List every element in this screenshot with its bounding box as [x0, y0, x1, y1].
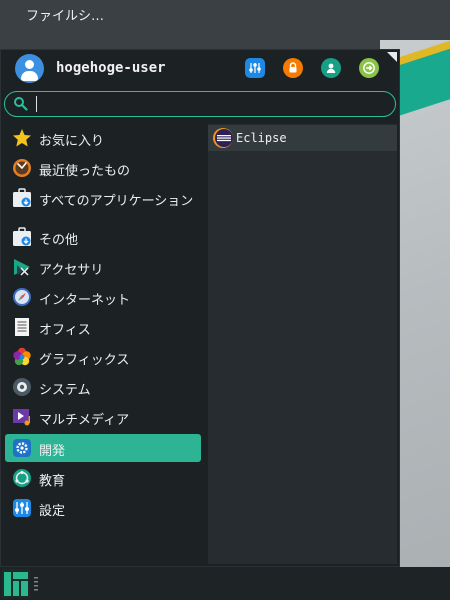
category-label: アクセサリ — [39, 263, 104, 278]
desktop-icon-filesystem-label[interactable]: ファイルシ… — [26, 5, 104, 24]
application-list: Eclipse — [208, 124, 397, 564]
category-favorites[interactable]: お気に入り — [5, 124, 201, 152]
office-icon — [15, 318, 29, 336]
education-icon — [13, 469, 31, 487]
category-label: マルチメディア — [39, 413, 130, 428]
manjaro-menu-icon[interactable] — [2, 569, 30, 598]
internet-icon — [13, 288, 31, 306]
lock-icon — [289, 62, 297, 73]
star-icon — [13, 129, 31, 147]
search-input[interactable] — [33, 94, 387, 114]
user-icon — [326, 63, 336, 73]
panel-handle-icon[interactable] — [34, 577, 38, 591]
category-label: インターネット — [39, 293, 131, 308]
accessories-icon — [14, 259, 30, 276]
development-icon — [13, 439, 31, 457]
graphics-icon — [13, 347, 31, 366]
category-multimedia[interactable]: マルチメディア — [5, 403, 201, 431]
username: hogehoge-user — [56, 60, 166, 76]
other-icon — [13, 227, 31, 246]
bottom-panel — [0, 567, 450, 600]
category-label: 最近使ったもの — [39, 164, 131, 179]
menu-header: hogehoge-user — [1, 50, 401, 90]
text-cursor — [36, 96, 37, 112]
category-office[interactable]: オフィス — [5, 313, 201, 341]
logout-icon — [363, 62, 375, 74]
settings-icon — [249, 63, 261, 73]
category-label: 設定 — [39, 504, 66, 519]
category-label: 教育 — [39, 474, 66, 489]
multimedia-icon — [13, 409, 30, 426]
category-label: すべてのアプリケーション — [39, 194, 194, 209]
category-internet[interactable]: インターネット — [5, 283, 201, 311]
category-label: グラフィックス — [39, 353, 130, 368]
system-icon — [13, 378, 31, 396]
settings-category-icon — [13, 499, 31, 517]
category-all-applications[interactable]: すべてのアプリケーション — [5, 184, 201, 212]
logout-button[interactable] — [359, 58, 379, 78]
category-graphics[interactable]: グラフィックス — [5, 343, 201, 371]
settings-button[interactable] — [245, 58, 265, 78]
category-label: システム — [39, 383, 91, 398]
category-education[interactable]: 教育 — [5, 464, 201, 492]
application-menu: hogehoge-user お気に入り 最近使ったもの すべてのアプリケーション… — [0, 49, 400, 567]
switch-user-button[interactable] — [321, 58, 341, 78]
app-item-eclipse[interactable]: Eclipse — [208, 125, 397, 151]
lock-screen-button[interactable] — [283, 58, 303, 78]
category-label: お気に入り — [39, 134, 105, 149]
search-box[interactable] — [4, 91, 396, 117]
category-label: オフィス — [39, 323, 91, 338]
app-label: Eclipse — [236, 131, 287, 145]
category-settings[interactable]: 設定 — [5, 494, 201, 522]
all-apps-icon — [13, 188, 31, 207]
user-avatar[interactable] — [15, 54, 44, 83]
category-label: その他 — [39, 233, 79, 248]
category-development[interactable]: 開発 — [5, 434, 201, 462]
recent-icon — [13, 159, 31, 177]
category-label: 開発 — [39, 444, 66, 459]
category-accessories[interactable]: アクセサリ — [5, 253, 201, 281]
category-other[interactable]: その他 — [5, 223, 201, 251]
category-system[interactable]: システム — [5, 373, 201, 401]
search-icon — [14, 97, 28, 111]
category-recent[interactable]: 最近使ったもの — [5, 154, 201, 182]
eclipse-icon — [213, 128, 233, 148]
